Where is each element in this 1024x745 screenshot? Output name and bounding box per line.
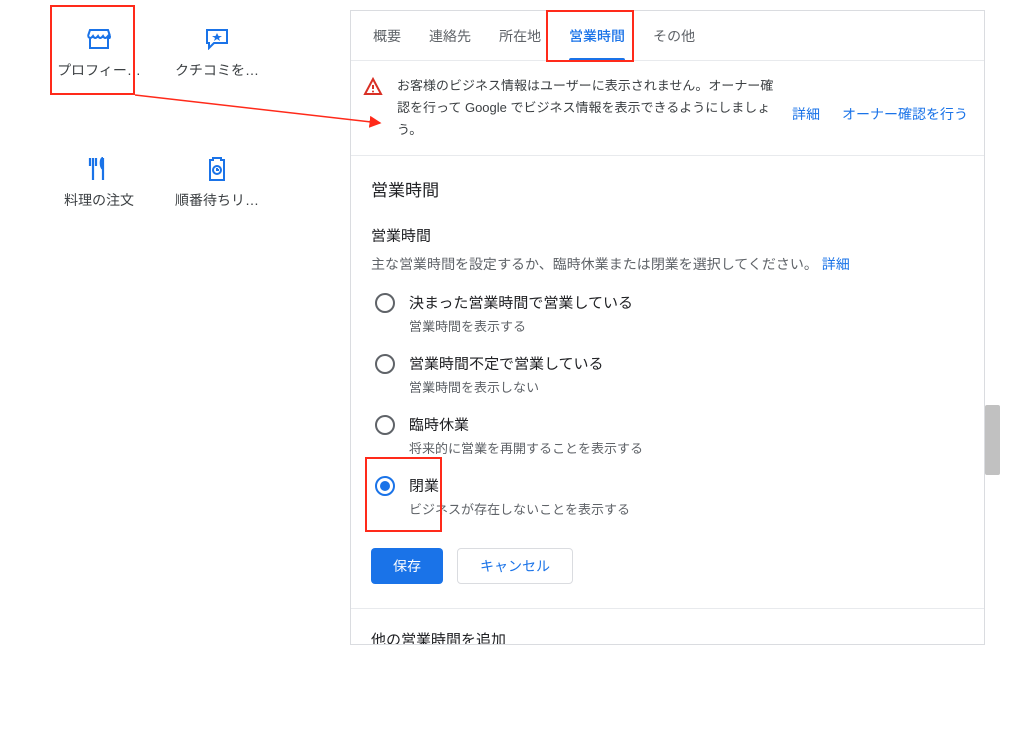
radio-open-regular-desc: 営業時間を表示する — [409, 316, 633, 335]
review-icon — [202, 26, 232, 52]
hours-sub-desc: 主な営業時間を設定するか、臨時休業または閉業を選択してください。 詳細 — [371, 254, 964, 274]
tab-other[interactable]: その他 — [639, 11, 709, 61]
radio-open-regular[interactable]: 決まった営業時間で営業している 営業時間を表示する — [375, 292, 964, 335]
panel-tabs: 概要 連絡先 所在地 営業時間 その他 — [351, 11, 984, 61]
reviews-label: クチコミを… — [175, 60, 259, 80]
hours-section: 営業時間 営業時間 主な営業時間を設定するか、臨時休業または閉業を選択してくださ… — [351, 156, 984, 645]
radio-circle-icon — [375, 415, 395, 435]
profile-button[interactable]: プロフィー… — [40, 10, 158, 95]
tab-overview[interactable]: 概要 — [359, 11, 415, 61]
tab-hours[interactable]: 営業時間 — [555, 11, 639, 61]
scrollbar-thumb[interactable] — [985, 405, 1000, 475]
radio-circle-icon — [375, 293, 395, 313]
cancel-button[interactable]: キャンセル — [457, 548, 573, 584]
warning-icon — [363, 77, 383, 97]
verify-warning: お客様のビジネス情報はユーザーに表示されません。オーナー確認を行って Googl… — [351, 61, 984, 156]
warning-detail-link[interactable]: 詳細 — [792, 103, 820, 127]
warning-links: 詳細 オーナー確認を行う — [792, 75, 968, 127]
radio-closed-desc: ビジネスが存在しないことを表示する — [409, 499, 630, 518]
radio-open-regular-label: 決まった営業時間で営業している — [409, 292, 633, 313]
hours-sub-desc-text: 主な営業時間を設定するか、臨時休業または閉業を選択してください。 — [371, 256, 818, 272]
profile-label: プロフィー… — [57, 60, 141, 80]
reviews-button[interactable]: クチコミを… — [158, 10, 276, 95]
radio-circle-icon — [375, 476, 395, 496]
radio-temp-closed-label: 臨時休業 — [409, 414, 643, 435]
radio-open-irregular-desc: 営業時間を表示しない — [409, 377, 604, 396]
hours-button-row: 保存 キャンセル — [371, 548, 964, 584]
radio-closed-label: 閉業 — [409, 475, 630, 496]
radio-open-irregular[interactable]: 営業時間不定で営業している 営業時間を表示しない — [375, 353, 964, 396]
waitlist-label: 順番待ちリ… — [175, 190, 259, 210]
left-app-grid: プロフィー… クチコミを… 料理の注文 順番待ちリ… — [40, 10, 276, 225]
hours-section-title: 営業時間 — [371, 176, 964, 201]
warning-verify-link[interactable]: オーナー確認を行う — [842, 103, 968, 127]
clipboard-icon — [202, 156, 232, 182]
section-divider — [351, 608, 984, 609]
hours-radio-group: 決まった営業時間で営業している 営業時間を表示する 営業時間不定で営業している … — [375, 292, 964, 518]
hours-sub-title: 営業時間 — [371, 225, 964, 246]
order-food-label: 料理の注文 — [64, 190, 134, 210]
hours-sub-desc-link[interactable]: 詳細 — [822, 256, 850, 272]
scrollbar-track[interactable] — [985, 10, 1000, 645]
waitlist-button[interactable]: 順番待ちリ… — [158, 140, 276, 225]
radio-open-irregular-label: 営業時間不定で営業している — [409, 353, 604, 374]
radio-temp-closed-desc: 将来的に営業を再開することを表示する — [409, 438, 643, 457]
storefront-icon — [84, 26, 114, 52]
tab-location[interactable]: 所在地 — [485, 11, 555, 61]
radio-temp-closed[interactable]: 臨時休業 将来的に営業を再開することを表示する — [375, 414, 964, 457]
radio-closed[interactable]: 閉業 ビジネスが存在しないことを表示する — [375, 475, 964, 518]
business-hours-panel: 概要 連絡先 所在地 営業時間 その他 お客様のビジネス情報はユーザーに表示され… — [350, 10, 985, 645]
order-food-button[interactable]: 料理の注文 — [40, 140, 158, 225]
other-hours-title: 他の営業時間を追加 — [371, 629, 964, 645]
cutlery-icon — [84, 156, 114, 182]
radio-circle-icon — [375, 354, 395, 374]
warning-text: お客様のビジネス情報はユーザーに表示されません。オーナー確認を行って Googl… — [397, 75, 778, 141]
tab-contact[interactable]: 連絡先 — [415, 11, 485, 61]
save-button[interactable]: 保存 — [371, 548, 443, 584]
